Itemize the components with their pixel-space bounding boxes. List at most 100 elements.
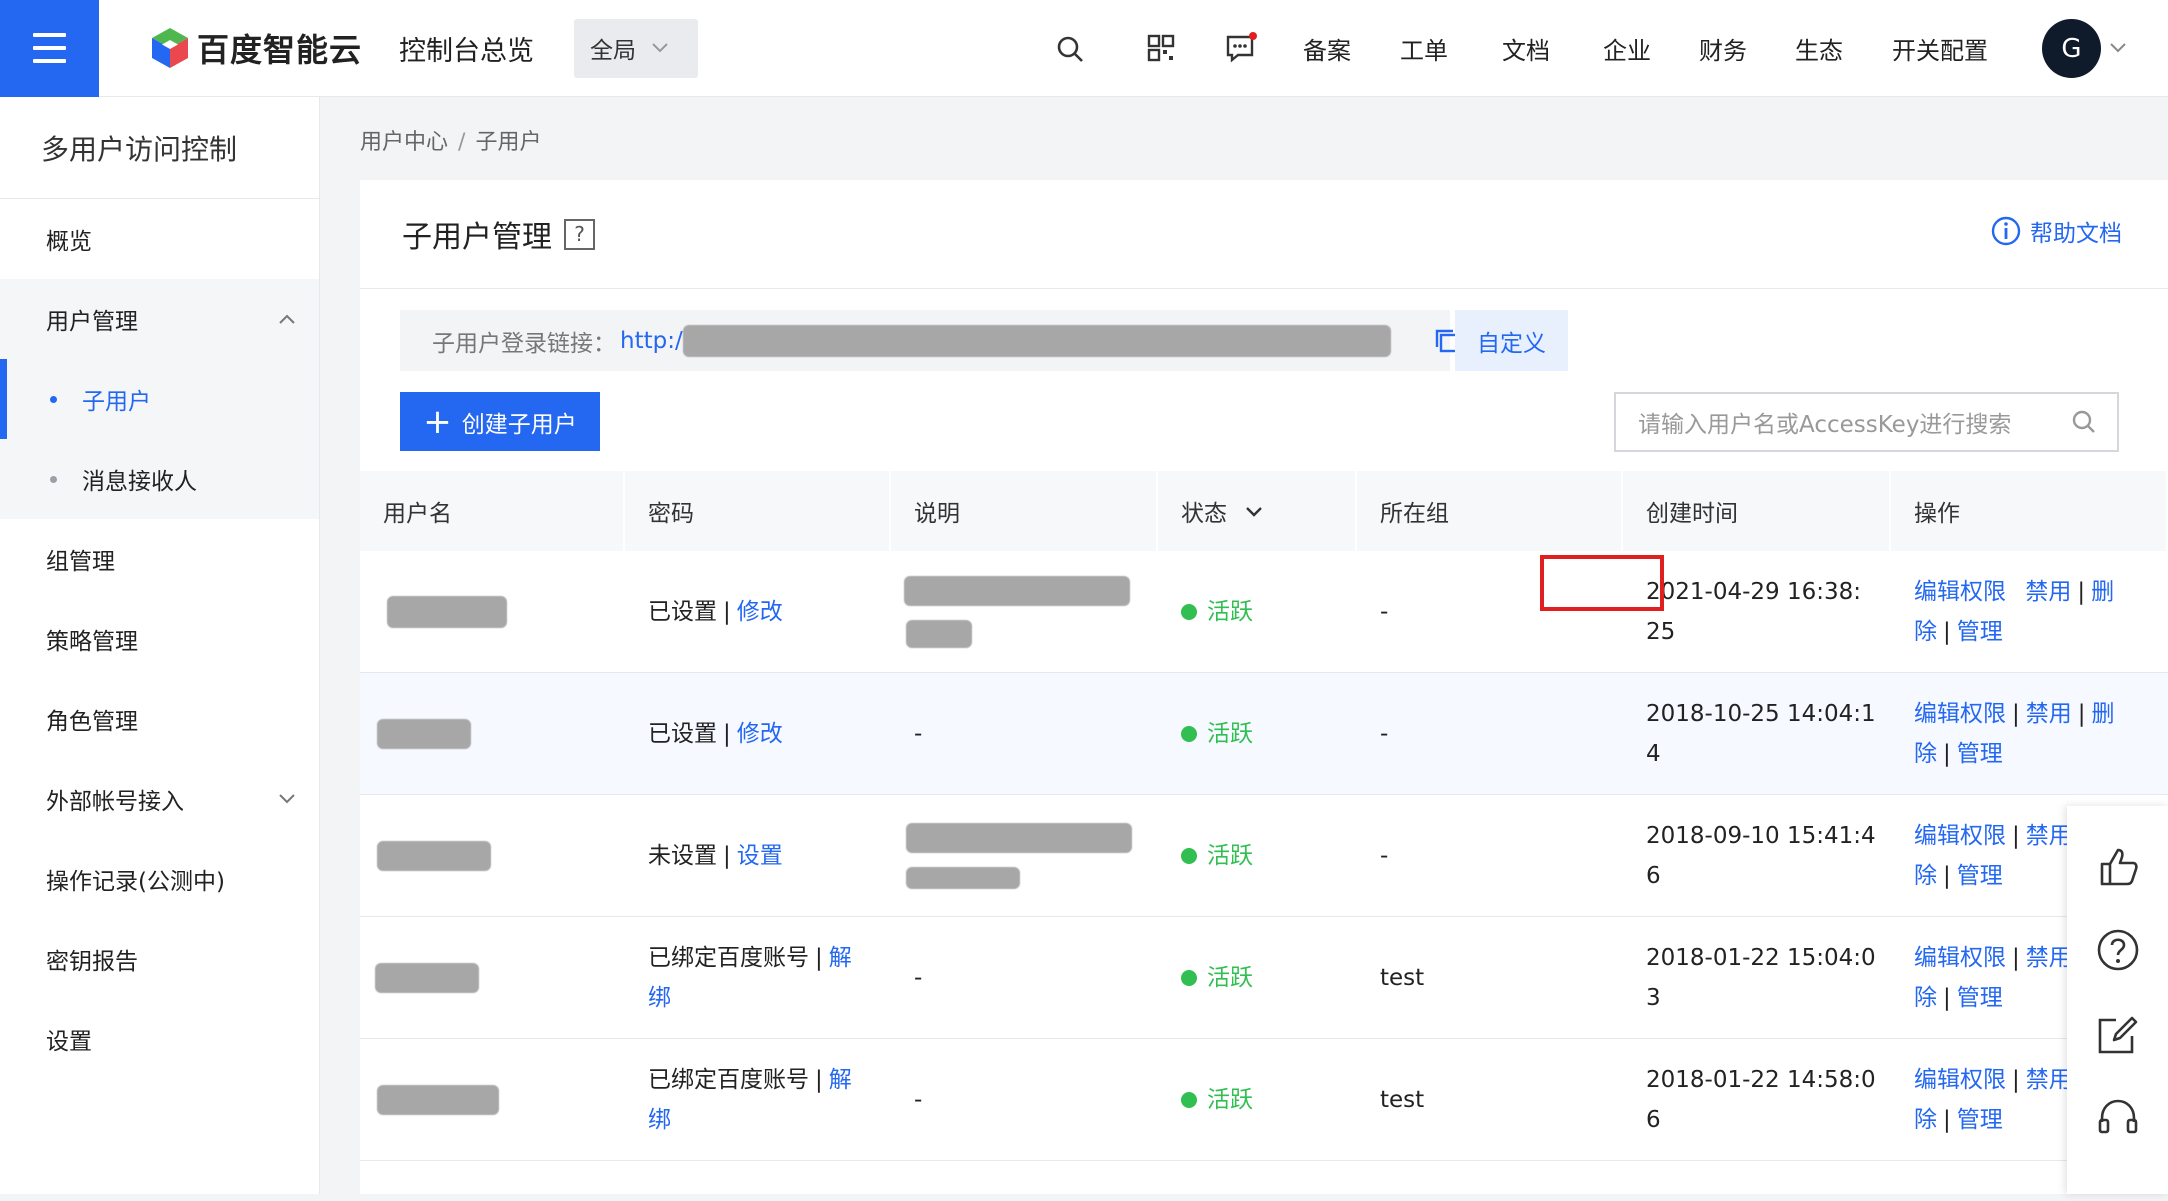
- unbind-link[interactable]: 解: [829, 1067, 852, 1093]
- manage-link[interactable]: 管理: [1957, 619, 2003, 645]
- created-cell: 2018-09-10 15:41:4 6: [1623, 795, 1891, 917]
- redacted-username[interactable]: [377, 1085, 499, 1115]
- unbind-link-cont[interactable]: 绑: [648, 978, 671, 1018]
- sidebar-item-subuser[interactable]: 子用户: [0, 359, 319, 439]
- user-avatar[interactable]: G: [2042, 19, 2101, 78]
- edit-feedback-icon[interactable]: [2094, 1010, 2142, 1058]
- password-action-link[interactable]: 设置: [737, 836, 783, 876]
- plus-icon: +: [423, 401, 452, 442]
- manage-link[interactable]: 管理: [1957, 863, 2003, 889]
- chevron-up-icon: [279, 314, 295, 324]
- disable-link[interactable]: 禁用: [2026, 701, 2072, 727]
- actions-cell: 编辑权限 | 禁用 | 删 除 | 管理: [1914, 701, 2115, 767]
- sidebar-item-operation-log[interactable]: 操作记录(公测中): [0, 839, 319, 919]
- column-header-status[interactable]: 状态: [1158, 471, 1357, 551]
- login-link-url[interactable]: http:/: [620, 328, 683, 354]
- search-icon[interactable]: [2071, 409, 2097, 435]
- message-icon[interactable]: [1221, 28, 1261, 68]
- password-cell: 已绑定百度账号 | 解 绑: [625, 917, 891, 1039]
- nav-enterprise[interactable]: 企业: [1603, 0, 1651, 97]
- help-question-icon[interactable]: ?: [564, 218, 595, 250]
- redacted-username[interactable]: [377, 719, 471, 749]
- created-time-line2: 25: [1646, 619, 1676, 645]
- region-select[interactable]: 全局: [574, 18, 699, 78]
- sidebar-item-settings[interactable]: 设置: [0, 999, 319, 1079]
- disable-link[interactable]: 禁用: [2026, 1067, 2072, 1093]
- username-cell: [360, 673, 625, 795]
- redacted-username[interactable]: [377, 841, 491, 871]
- column-header-group: 所在组: [1357, 471, 1623, 551]
- delete-link-cont[interactable]: 除: [1914, 985, 1937, 1011]
- description-cell: -: [914, 721, 923, 747]
- delete-link[interactable]: 删: [2092, 701, 2115, 727]
- delete-link-cont[interactable]: 除: [1914, 863, 1937, 889]
- sidebar-item-user-management[interactable]: 用户管理: [0, 279, 319, 359]
- redacted-username[interactable]: [387, 596, 507, 628]
- username-cell: [360, 917, 625, 1039]
- created-time-line1: 2018-01-22 15:04:0: [1646, 945, 1876, 971]
- delete-link-cont[interactable]: 除: [1914, 1107, 1937, 1133]
- sidebar-item-message-receiver[interactable]: 消息接收人: [0, 439, 319, 519]
- sidebar-item-role-management[interactable]: 角色管理: [0, 679, 319, 759]
- password-action-link[interactable]: 修改: [737, 714, 783, 754]
- password-action-link[interactable]: 修改: [737, 592, 783, 632]
- redacted-description: [906, 620, 972, 648]
- nav-ticket[interactable]: 工单: [1400, 0, 1448, 97]
- disable-link[interactable]: 禁用: [2026, 945, 2072, 971]
- table-header: 用户名 密码 说明 状态 所在组 创建时间 操作: [360, 471, 2168, 551]
- help-doc-link[interactable]: 帮助文档: [1990, 214, 2122, 248]
- nav-docs[interactable]: 文档: [1502, 0, 1550, 97]
- status-cell: 活跃: [1158, 917, 1357, 1039]
- sidebar-item-key-report[interactable]: 密钥报告: [0, 919, 319, 999]
- manage-link[interactable]: 管理: [1957, 741, 2003, 767]
- delete-link-cont[interactable]: 除: [1914, 741, 1937, 767]
- unbind-link[interactable]: 解: [829, 945, 852, 971]
- sidebar-item-label: 用户管理: [46, 309, 138, 335]
- nav-filing[interactable]: 备案: [1303, 0, 1351, 97]
- brand-logo[interactable]: 百度智能云: [149, 25, 362, 71]
- description-cell: [891, 795, 1158, 917]
- qrcode-icon[interactable]: [1141, 28, 1181, 68]
- edit-permission-link[interactable]: 编辑权限: [1914, 945, 2006, 971]
- sidebar-item-policy-management[interactable]: 策略管理: [0, 599, 319, 679]
- chevron-down-icon[interactable]: [1243, 500, 1265, 522]
- customize-button[interactable]: 自定义: [1455, 310, 1568, 371]
- password-status: 已绑定百度账号: [648, 945, 809, 971]
- chevron-down-icon[interactable]: [2108, 38, 2128, 58]
- unbind-link-cont[interactable]: 绑: [648, 1100, 671, 1140]
- disable-link[interactable]: 禁用: [2026, 823, 2072, 849]
- delete-link-cont[interactable]: 除: [1914, 619, 1937, 645]
- created-time-line2: 6: [1646, 863, 1661, 889]
- search-icon[interactable]: [1050, 29, 1090, 69]
- password-cell: 已设置 | 修改: [625, 673, 891, 795]
- help-circle-icon[interactable]: [2094, 926, 2142, 974]
- edit-permission-link[interactable]: 编辑权限: [1914, 1067, 2006, 1093]
- edit-permission-link[interactable]: 编辑权限: [1914, 701, 2006, 727]
- redacted-username[interactable]: [375, 963, 479, 993]
- breadcrumb-current: 子用户: [475, 130, 542, 155]
- manage-link[interactable]: 管理: [1957, 985, 2003, 1011]
- search-input[interactable]: 请输入用户名或AccessKey进行搜索: [1614, 392, 2119, 452]
- sidebar-item-overview[interactable]: 概览: [0, 199, 319, 279]
- status-cell: 活跃: [1158, 795, 1357, 917]
- sidebar-item-label: 消息接收人: [82, 469, 197, 495]
- status-text: 活跃: [1207, 721, 1253, 747]
- headset-icon[interactable]: [2094, 1094, 2142, 1142]
- edit-permission-link[interactable]: 编辑权限: [1914, 579, 2006, 605]
- breadcrumb-root[interactable]: 用户中心: [360, 130, 448, 155]
- menu-icon[interactable]: [0, 0, 99, 97]
- sidebar: 多用户访问控制 概览 用户管理 子用户 消息接收人 组管理 策略管理 角色管理 …: [0, 97, 320, 1194]
- sidebar-item-group-management[interactable]: 组管理: [0, 519, 319, 599]
- delete-link[interactable]: 删: [2091, 579, 2114, 605]
- create-subuser-button[interactable]: + 创建子用户: [400, 392, 600, 451]
- sidebar-item-external-account[interactable]: 外部帐号接入: [0, 759, 319, 839]
- nav-finance[interactable]: 财务: [1699, 0, 1747, 97]
- console-overview-link[interactable]: 控制台总览: [399, 29, 534, 68]
- top-icon-group: [1050, 0, 1090, 97]
- nav-ecosystem[interactable]: 生态: [1795, 0, 1843, 97]
- nav-switch-config[interactable]: 开关配置: [1892, 0, 1988, 97]
- manage-link[interactable]: 管理: [1957, 1107, 2003, 1133]
- edit-permission-link[interactable]: 编辑权限: [1914, 823, 2006, 849]
- thumbs-up-icon[interactable]: [2094, 842, 2142, 890]
- disable-link[interactable]: 禁用: [2025, 579, 2071, 605]
